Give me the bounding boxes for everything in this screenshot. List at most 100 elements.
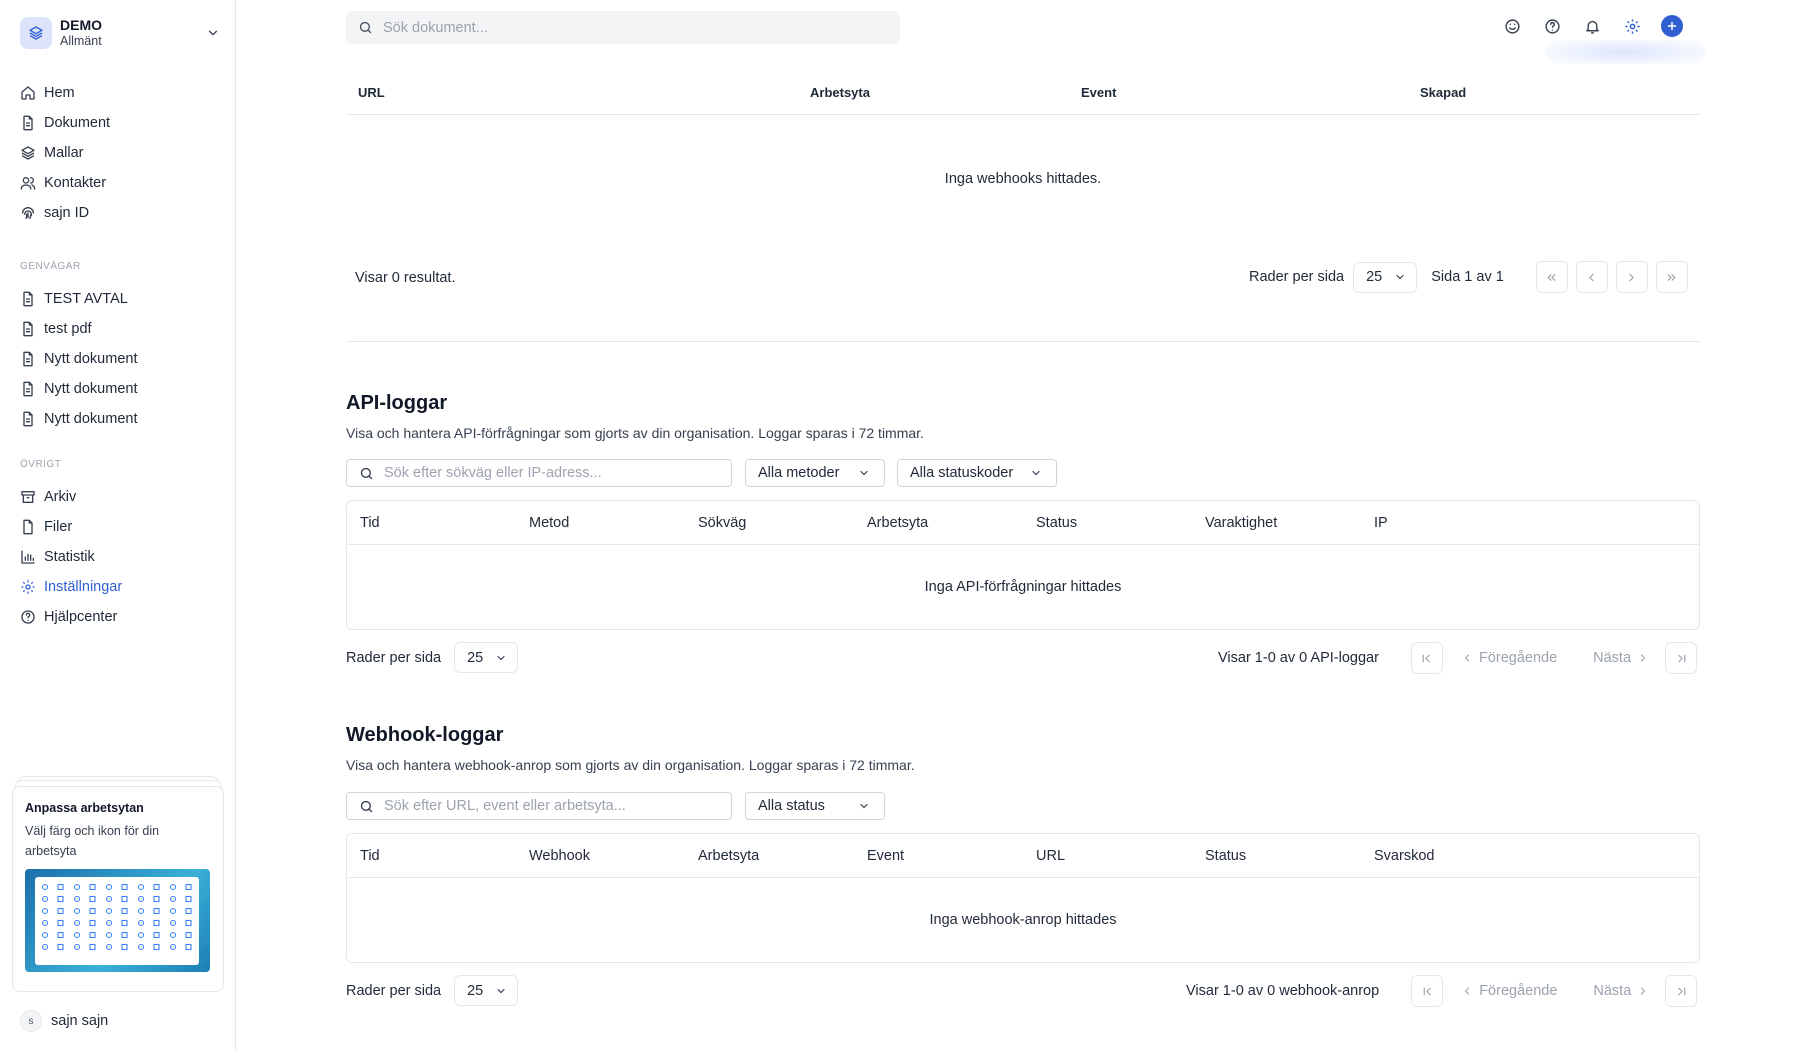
sidebar-item-statistics[interactable]: Statistik: [20, 542, 220, 572]
next-page-button[interactable]: [1615, 261, 1648, 293]
column-header: Arbetsyta: [698, 847, 760, 864]
sidebar-item-label: Kontakter: [44, 175, 107, 191]
promo-text: Välj färg och ikon för din arbetsyta: [25, 824, 160, 858]
create-new-button[interactable]: [1660, 14, 1684, 38]
webhook-logs-description: Visa och hantera webhook-anrop som gjort…: [346, 757, 915, 773]
plus-icon: [1661, 15, 1683, 37]
webhook-logs-search-input[interactable]: [384, 798, 731, 814]
webhook-status-filter-select[interactable]: Alla status: [745, 792, 885, 820]
first-page-button[interactable]: [1411, 975, 1444, 1007]
button-glow: [1545, 40, 1705, 64]
first-page-button[interactable]: [1410, 642, 1443, 674]
sidebar-item-shortcut[interactable]: Nytt dokument: [20, 374, 220, 404]
previous-button[interactable]: Föregående: [1461, 650, 1557, 666]
api-logs-table: Tid Metod Sökväg Arbetsyta Status Varakt…: [346, 500, 1700, 630]
last-page-button[interactable]: [1665, 975, 1698, 1007]
sidebar-item-label: Mallar: [44, 145, 84, 161]
api-logs-empty-state: Inga API-förfrågningar hittades: [924, 579, 1122, 595]
column-header: Sökväg: [698, 514, 747, 531]
next-button[interactable]: Nästa: [1593, 983, 1649, 999]
webhook-logs-rows-per-page: Rader per sida 25: [346, 975, 519, 1006]
api-logs-title: API-loggar: [346, 392, 448, 414]
page-info: Sida 1 av 1: [1431, 269, 1504, 285]
method-filter-value: Alla metoder: [758, 465, 840, 481]
sidebar-item-templates[interactable]: Mallar: [20, 138, 220, 168]
other-heading: ÖVRIGT: [20, 458, 62, 470]
section-divider: [346, 341, 1700, 342]
api-logs-table-header: Tid Metod Sökväg Arbetsyta Status Varakt…: [347, 501, 1699, 545]
sidebar-item-settings[interactable]: Inställningar: [20, 572, 220, 602]
last-page-icon: [1675, 985, 1688, 998]
sidebar-item-shortcut[interactable]: Nytt dokument: [20, 404, 220, 434]
icon-grid-card: [35, 877, 199, 965]
workspace-switcher[interactable]: DEMO Allmänt: [20, 14, 220, 52]
shortcuts-heading: GENVÄGAR: [20, 260, 81, 272]
chevron-left-icon: [1585, 271, 1598, 284]
chevron-left-icon: [1461, 985, 1473, 997]
rows-per-page-select[interactable]: 25: [454, 975, 519, 1006]
customize-workspace-card[interactable]: Anpassa arbetsytan Välj färg och ikon fö…: [12, 786, 224, 992]
api-logs-search-input[interactable]: [384, 465, 731, 481]
sidebar-item-label: Dokument: [44, 115, 111, 131]
promo-title: Anpassa arbetsytan: [25, 801, 144, 815]
sidebar-item-contacts[interactable]: Kontakter: [20, 168, 220, 198]
webhooks-table-header: URL Arbetsyta Event Skapad: [346, 71, 1700, 115]
column-header: Skapad: [1420, 85, 1467, 100]
chevron-down-icon: [1394, 271, 1406, 283]
column-header: Event: [1081, 85, 1117, 100]
sidebar-item-shortcut[interactable]: test pdf: [20, 314, 220, 344]
last-page-button[interactable]: [1655, 261, 1688, 293]
help-button[interactable]: [1540, 14, 1564, 38]
webhook-logs-search[interactable]: [346, 792, 732, 820]
webhook-logs-empty-state: Inga webhook-anrop hittades: [929, 912, 1117, 928]
status-code-filter-select[interactable]: Alla statuskoder: [897, 459, 1057, 487]
next-label: Nästa: [1593, 983, 1632, 999]
api-logs-search[interactable]: [346, 459, 732, 487]
search-input[interactable]: [383, 19, 900, 36]
sidebar-item-home[interactable]: Hem: [20, 78, 220, 108]
sidebar-item-files[interactable]: Filer: [20, 512, 220, 542]
webhooks-pager: Visar 0 resultat. Rader per sida 25 Sida…: [346, 261, 1700, 295]
previous-page-button[interactable]: [1575, 261, 1608, 293]
column-header: Status: [1036, 514, 1078, 531]
help-circle-icon: [1544, 18, 1561, 35]
webhook-logs-pager: Visar 1-0 av 0 webhook-anrop Föregående …: [1186, 975, 1698, 1007]
users-icon: [20, 175, 36, 191]
method-filter-select[interactable]: Alla metoder: [745, 459, 885, 487]
column-header: Svarskod: [1374, 847, 1435, 864]
webhooks-section: URL Arbetsyta Event Skapad Inga webhooks…: [346, 71, 1700, 243]
chevron-right-icon: [1637, 652, 1649, 664]
sidebar-item-label: test pdf: [44, 321, 92, 337]
sidebar-item-documents[interactable]: Dokument: [20, 108, 220, 138]
document-icon: [20, 381, 36, 397]
rows-per-page-select[interactable]: 25: [1353, 261, 1418, 293]
rows-per-page-select[interactable]: 25: [454, 642, 519, 673]
sidebar-item-shortcut[interactable]: Nytt dokument: [20, 344, 220, 374]
chevrons-left-icon: [1545, 271, 1558, 284]
document-icon: [20, 321, 36, 337]
next-label: Nästa: [1593, 650, 1632, 666]
sidebar-item-label: Hem: [44, 85, 75, 101]
column-header: Arbetsyta: [810, 85, 870, 100]
webhook-logs-table-header: Tid Webhook Arbetsyta Event URL Status S…: [347, 834, 1699, 878]
sidebar-item-archive[interactable]: Arkiv: [20, 482, 220, 512]
settings-button[interactable]: [1620, 14, 1644, 38]
last-page-button[interactable]: [1665, 642, 1698, 674]
workspace-name: DEMO: [60, 17, 102, 33]
first-page-icon: [1420, 652, 1433, 665]
sidebar-item-shortcut[interactable]: TEST AVTAL: [20, 284, 220, 314]
home-icon: [20, 85, 36, 101]
chevron-down-icon: [858, 800, 870, 812]
feedback-button[interactable]: [1500, 14, 1524, 38]
first-page-button[interactable]: [1535, 261, 1568, 293]
chevron-down-icon: [858, 467, 870, 479]
sidebar-item-sajn-id[interactable]: sajn ID: [20, 198, 220, 228]
document-search[interactable]: [346, 11, 900, 44]
column-header: Arbetsyta: [867, 514, 929, 531]
previous-button[interactable]: Föregående: [1461, 983, 1557, 999]
notifications-button[interactable]: [1580, 14, 1604, 38]
help-circle-icon: [20, 609, 36, 625]
next-button[interactable]: Nästa: [1593, 650, 1649, 666]
user-menu[interactable]: s sajn sajn: [20, 1010, 108, 1032]
sidebar-item-help-center[interactable]: Hjälpcenter: [20, 602, 220, 632]
